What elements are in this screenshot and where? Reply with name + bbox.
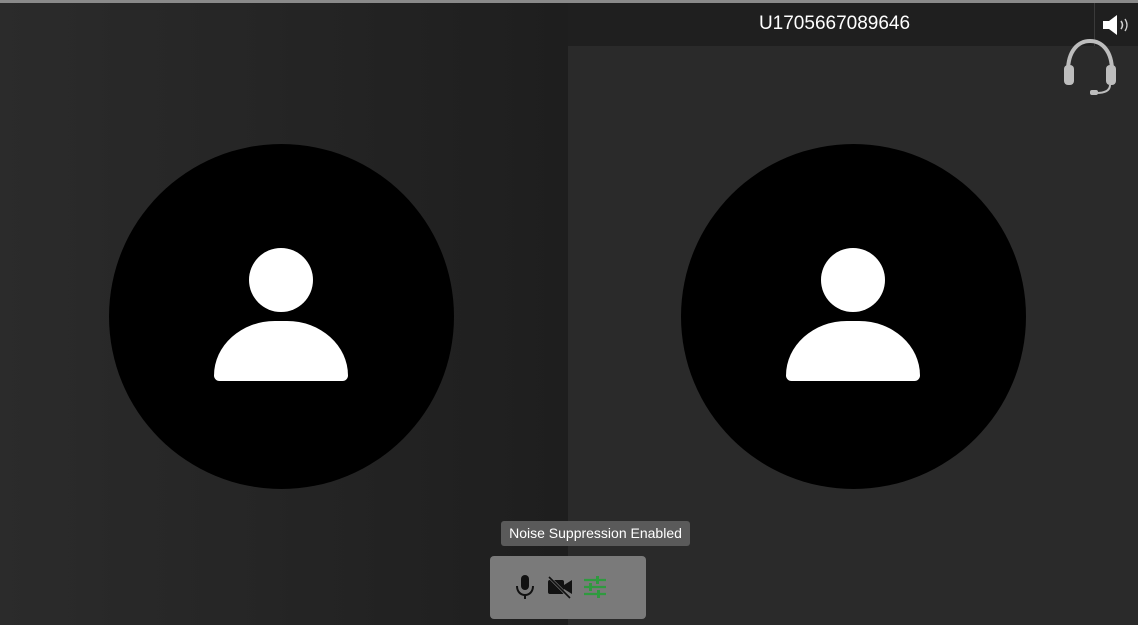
microphone-icon [516,575,534,599]
camera-off-icon [547,575,572,599]
person-body-shape [786,321,920,381]
avatar [109,144,454,489]
person-silhouette-icon [821,248,885,312]
headset-icon [1064,38,1116,95]
camera-toggle-button[interactable] [545,572,575,602]
participant-tile-local[interactable] [0,3,568,625]
call-controls-toolbar [490,556,646,619]
participant-name: U1705667089646 [758,13,911,34]
noise-suppression-button[interactable] [580,572,610,602]
person-body-shape [214,321,348,381]
avatar [681,144,1026,489]
speaker-volume-icon [1102,14,1128,35]
person-silhouette-icon [249,248,313,312]
sliders-icon [584,576,606,598]
microphone-button[interactable] [510,572,540,602]
video-call-stage: U1705667089646 Noise Suppression Enabled [0,0,1138,625]
noise-suppression-tooltip: Noise Suppression Enabled [501,521,690,546]
participant-name-bar: U1705667089646 [568,3,1138,46]
